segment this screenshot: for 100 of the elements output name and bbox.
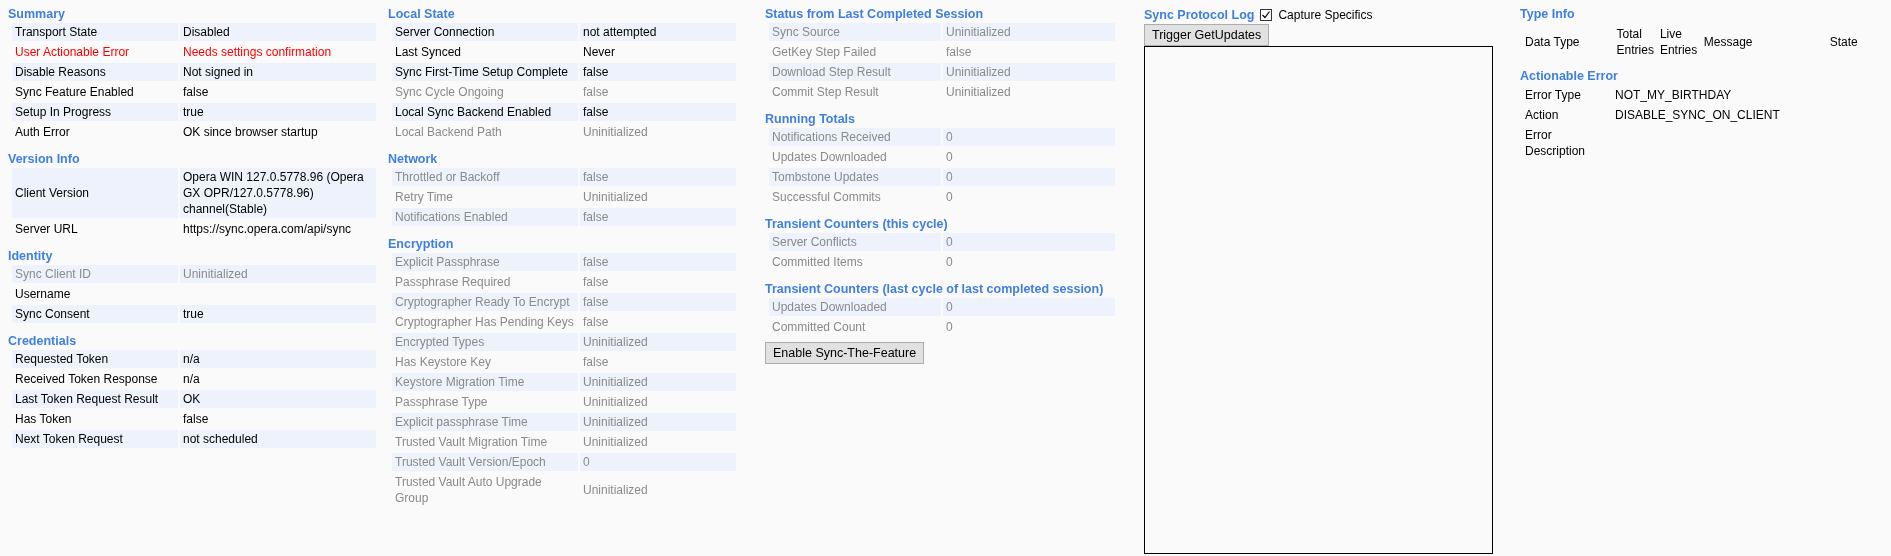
row-value: https://sync.opera.com/api/sync [182,221,353,238]
row-label: Cryptographer Has Pending Keys [394,314,575,331]
row-value: Uninitialized [180,265,376,283]
row-label: User Actionable Error [14,44,131,61]
row-label: Client Version [12,168,178,218]
row-value: true [180,103,376,121]
row-label: Has Token [14,411,73,428]
row-label: Retry Time [394,189,454,206]
row-label: Sync Consent [12,305,178,323]
section-heading: Transient Counters (last cycle of last completed session) [765,281,1104,297]
column-header: Total Entries [1615,26,1655,58]
row-label: Sync First-Time Setup Complete [392,63,578,81]
row-label: Disable Reasons [12,63,178,81]
row-value: false [580,293,736,311]
row-label: Trusted Vault Version/Epoch [392,453,578,471]
row-label: Local Sync Backend Enabled [392,103,578,121]
row-label: Server Conflicts [769,233,941,251]
row-value: Uninitialized [582,482,649,499]
column-header: Live Entries [1658,26,1699,58]
section-heading: Sync Protocol Log [1144,7,1255,23]
row-label: Committed Items [771,254,864,271]
section-heading: Type Info [1520,6,1575,22]
row-value: false [580,208,736,226]
row-value: false [582,354,610,371]
row-value: OK [180,390,376,408]
section-heading: Network [388,151,438,167]
trigger-getupdates-button[interactable]: Trigger GetUpdates [1144,24,1270,46]
row-value: n/a [180,350,376,368]
section-heading: Running Totals [765,111,856,127]
row-value: false [580,63,736,81]
row-value: not attempted [580,23,736,41]
row-value: Uninitialized [943,23,1115,41]
row-label: Keystore Migration Time [392,373,578,391]
row-label: Commit Step Result [771,84,880,101]
row-value: Uninitialized [582,394,649,411]
row-value: OK since browser startup [182,124,319,141]
row-label: Action [1524,107,1560,124]
row-value: false [580,103,736,121]
row-label: Notifications Enabled [392,208,578,226]
row-value: 0 [945,149,954,166]
row-label: Trusted Vault Migration Time [394,434,549,451]
checkbox-label: Capture Specifics [1278,7,1373,23]
row-value: Uninitialized [945,84,1012,101]
row-value: false [580,253,736,271]
section-heading: Credentials [8,333,77,349]
row-label: Last Synced [394,44,463,61]
row-label: GetKey Step Failed [771,44,878,61]
column-header: State [1828,34,1859,51]
row-value: Disabled [180,23,376,41]
row-label: Notifications Received [769,128,941,146]
row-label: Error Type [1524,87,1582,104]
row-value: Uninitialized [943,63,1115,81]
row-value: NOT_MY_BIRTHDAY [1614,87,1733,104]
row-value: n/a [182,371,201,388]
section-heading: Summary [8,6,65,22]
section-heading: Transient Counters (this cycle) [765,216,948,232]
row-value: true [180,305,376,323]
row-label: Sync Client ID [12,265,178,283]
row-value: Opera WIN 127.0.5778.96 (Opera GX OPR/127.0.5778.96) channel(Stable) [180,168,376,218]
row-value: 0 [945,254,954,271]
capture-specifics-checkbox[interactable] [1260,9,1273,21]
row-label: Passphrase Required [394,274,512,291]
row-value: Uninitialized [582,434,649,451]
row-label: Sync Cycle Ongoing [394,84,505,101]
row-value: Uninitialized [580,373,736,391]
row-label: Local Backend Path [394,124,503,141]
row-label: Updates Downloaded [771,149,888,166]
row-value: false [582,274,610,291]
row-value: Uninitialized [582,189,649,206]
row-value: false [182,411,210,428]
section-heading: Local State [388,6,455,22]
row-label: Server URL [14,221,79,238]
section-heading: Status from Last Completed Session [765,6,984,22]
section-heading: Actionable Error [1520,68,1618,84]
row-label: Passphrase Type [394,394,489,411]
row-value: 0 [943,128,1115,146]
row-label: Received Token Response [14,371,159,388]
row-label: Trusted Vault Auto Upgrade Group [394,474,543,507]
row-value: DISABLE_SYNC_ON_CLIENT [1614,107,1781,124]
row-label: Last Token Request Result [12,390,178,408]
row-value: false [582,84,610,101]
row-label: Sync Source [769,23,941,41]
row-label: Committed Count [771,319,867,336]
row-value: Uninitialized [580,413,736,431]
row-label: Username [14,286,72,303]
row-label: Error Description [1524,127,1587,160]
row-value: 0 [945,319,954,336]
section-heading: Version Info [8,151,80,167]
row-label: Transport State [12,23,178,41]
column-header: Data Type [1524,34,1581,51]
row-value: Needs settings confirmation [182,44,333,61]
enable-sync-button[interactable]: Enable Sync-The-Feature [765,342,925,364]
row-label: Updates Downloaded [769,298,941,316]
row-value: 0 [580,453,736,471]
row-label: Throttled or Backoff [392,168,578,186]
row-value: Uninitialized [582,124,649,141]
row-label: Download Step Result [769,63,941,81]
row-label: Successful Commits [771,189,882,206]
row-value: 0 [945,189,954,206]
row-label: Requested Token [12,350,178,368]
